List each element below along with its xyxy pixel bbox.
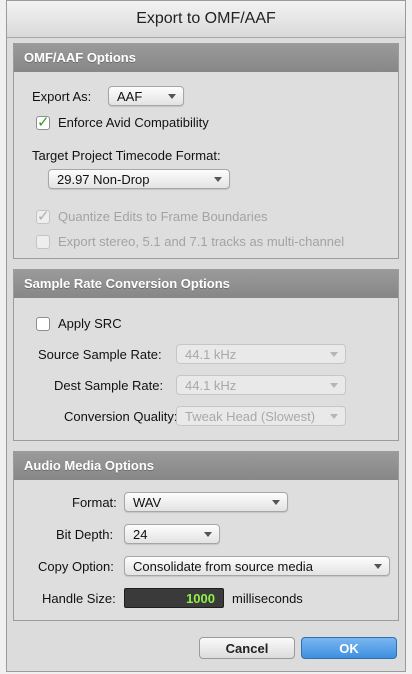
bit-depth-label: Bit Depth: xyxy=(56,527,114,542)
source-sample-rate-label: Source Sample Rate: xyxy=(38,347,162,362)
sample-rate-conversion-panel: Sample Rate Conversion Options Apply SRC… xyxy=(13,269,399,441)
export-dialog: Export to OMF/AAF OMF/AAF Options Export… xyxy=(6,0,406,672)
checkmark-icon: ✓ xyxy=(37,114,50,131)
copy-option-value: Consolidate from source media xyxy=(133,559,313,574)
conversion-quality-value: Tweak Head (Slowest) xyxy=(185,409,316,424)
format-select[interactable]: WAV xyxy=(124,492,288,512)
source-sample-rate-value: 44.1 kHz xyxy=(185,347,237,362)
conversion-quality-label: Conversion Quality: xyxy=(64,409,178,424)
dest-sample-rate-select[interactable]: 44.1 kHz xyxy=(176,375,346,395)
format-value: WAV xyxy=(133,495,162,510)
handle-size-unit: milliseconds xyxy=(232,591,303,606)
chevron-down-icon xyxy=(330,414,338,419)
chevron-down-icon xyxy=(272,500,280,505)
chevron-down-icon xyxy=(214,177,222,182)
quantize-edits-label: Quantize Edits to Frame Boundaries xyxy=(58,209,268,224)
handle-size-label: Handle Size: xyxy=(42,591,116,606)
conversion-quality-select[interactable]: Tweak Head (Slowest) xyxy=(176,406,346,426)
timecode-format-value: 29.97 Non-Drop xyxy=(57,172,150,187)
sample-rate-conversion-header: Sample Rate Conversion Options xyxy=(14,270,398,298)
apply-src-checkbox[interactable] xyxy=(36,317,50,331)
quantize-edits-checkbox[interactable]: ✓ xyxy=(36,208,50,225)
cancel-button[interactable]: Cancel xyxy=(199,637,295,659)
source-sample-rate-select[interactable]: 44.1 kHz xyxy=(176,344,346,364)
format-label: Format: xyxy=(72,495,117,510)
timecode-format-label: Target Project Timecode Format: xyxy=(32,148,221,163)
ok-button[interactable]: OK xyxy=(301,637,397,659)
checkmark-icon: ✓ xyxy=(37,208,50,225)
multichannel-label: Export stereo, 5.1 and 7.1 tracks as mul… xyxy=(58,234,345,249)
omf-aaf-options-panel: OMF/AAF Options Export As: AAF ✓ Enforce… xyxy=(13,43,399,259)
audio-media-options-header: Audio Media Options xyxy=(14,452,398,480)
export-as-select[interactable]: AAF xyxy=(108,86,184,106)
chevron-down-icon xyxy=(204,532,212,537)
export-as-value: AAF xyxy=(117,89,143,104)
timecode-format-select[interactable]: 29.97 Non-Drop xyxy=(48,169,230,189)
omf-aaf-options-header: OMF/AAF Options xyxy=(14,44,398,72)
dest-sample-rate-value: 44.1 kHz xyxy=(185,378,237,393)
apply-src-label: Apply SRC xyxy=(58,316,122,331)
copy-option-select[interactable]: Consolidate from source media xyxy=(124,556,390,576)
copy-option-label: Copy Option: xyxy=(38,559,114,574)
enforce-avid-checkbox[interactable]: ✓ xyxy=(36,114,50,131)
chevron-down-icon xyxy=(330,383,338,388)
enforce-avid-label: Enforce Avid Compatibility xyxy=(58,115,209,130)
dialog-title: Export to OMF/AAF xyxy=(7,1,405,38)
audio-media-options-panel: Audio Media Options Format: WAV Bit Dept… xyxy=(13,451,399,621)
chevron-down-icon xyxy=(330,352,338,357)
handle-size-input[interactable]: 1000 xyxy=(124,588,224,608)
export-as-label: Export As: xyxy=(32,89,92,104)
chevron-down-icon xyxy=(374,564,382,569)
bit-depth-select[interactable]: 24 xyxy=(124,524,220,544)
bit-depth-value: 24 xyxy=(133,527,148,542)
multichannel-checkbox[interactable] xyxy=(36,235,50,249)
chevron-down-icon xyxy=(168,94,176,99)
dest-sample-rate-label: Dest Sample Rate: xyxy=(54,378,164,393)
